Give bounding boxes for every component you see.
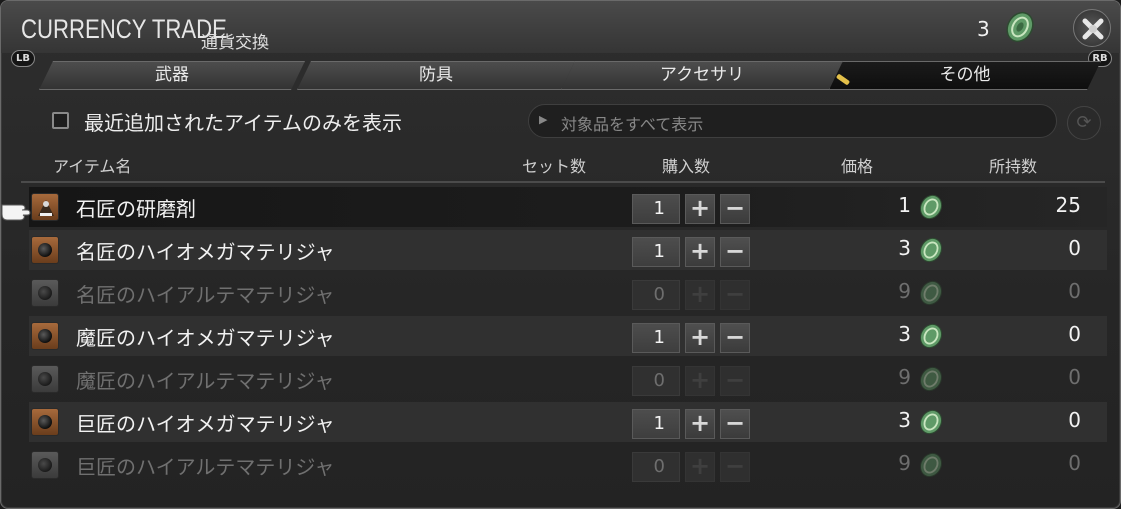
currency-icon — [919, 280, 943, 306]
window-title: CURRENCY TRADE — [21, 14, 227, 44]
column-header-price: 価格 — [841, 157, 874, 176]
column-header-buy: 購入数 — [662, 157, 711, 176]
decrement-button[interactable]: − — [720, 323, 750, 353]
table-row[interactable]: 巨匠のハイオメガマテリジャ 1 + − 3 0 — [29, 402, 1107, 442]
item-owned: 0 — [1068, 236, 1081, 260]
refresh-button[interactable]: ⟳ — [1067, 106, 1101, 140]
item-icon — [31, 451, 59, 479]
item-name: 名匠のハイアルテマテリジャ — [76, 283, 335, 307]
table-row[interactable]: 魔匠のハイオメガマテリジャ 1 + − 3 0 — [29, 316, 1107, 356]
materia-icon — [38, 329, 52, 343]
item-icon — [31, 408, 59, 436]
item-price: 9 — [898, 365, 911, 389]
materia-icon — [38, 243, 52, 257]
currency-icon — [919, 194, 943, 220]
window-subtitle: 通貨交換 — [201, 33, 269, 53]
item-owned: 0 — [1068, 365, 1081, 389]
item-icon — [31, 193, 59, 221]
close-icon — [1082, 18, 1104, 40]
tab-accessories[interactable]: アクセサリ — [561, 61, 843, 90]
item-name: 名匠のハイオメガマテリジャ — [76, 240, 335, 264]
item-owned: 0 — [1068, 451, 1081, 475]
decrement-button[interactable]: − — [720, 237, 750, 267]
title-bar[interactable]: CURRENCY TRADE 通貨交換 3 — [1, 1, 1120, 53]
hand-cursor-icon — [1, 204, 31, 221]
decrement-button[interactable]: − — [720, 452, 750, 482]
currency-trade-window: CURRENCY TRADE 通貨交換 3 LB RB 武器 防具 アクセサリ … — [0, 0, 1121, 509]
item-name: 巨匠のハイアルテマテリジャ — [76, 455, 335, 479]
item-owned: 0 — [1068, 408, 1081, 432]
item-name: 魔匠のハイアルテマテリジャ — [76, 369, 335, 393]
increment-button[interactable]: + — [685, 366, 715, 396]
recent-items-checkbox[interactable] — [52, 112, 69, 129]
table-row[interactable]: 巨匠のハイアルテマテリジャ 0 + − 9 0 — [29, 445, 1107, 485]
tab-other[interactable]: その他 — [829, 61, 1101, 90]
item-icon — [31, 279, 59, 307]
item-owned: 25 — [1055, 193, 1081, 217]
item-icon — [31, 322, 59, 350]
grinding-wheel-icon — [38, 200, 54, 216]
item-owned: 0 — [1068, 279, 1081, 303]
refresh-icon: ⟳ — [1076, 112, 1092, 133]
item-price: 3 — [898, 408, 911, 432]
increment-button[interactable]: + — [685, 323, 715, 353]
item-icon — [31, 236, 59, 264]
currency-icon — [919, 237, 943, 263]
table-row[interactable]: 石匠の研磨剤 1 + − 1 25 — [29, 187, 1107, 227]
item-name: 魔匠のハイオメガマテリジャ — [76, 326, 335, 350]
currency-icon — [919, 452, 943, 478]
item-icon — [31, 365, 59, 393]
table-row[interactable]: 名匠のハイオメガマテリジャ 1 + − 3 0 — [29, 230, 1107, 270]
column-header-set: セット数 — [522, 157, 587, 176]
item-price: 1 — [898, 193, 911, 217]
item-price: 3 — [898, 236, 911, 260]
increment-button[interactable]: + — [685, 452, 715, 482]
item-price: 9 — [898, 451, 911, 475]
item-name: 石匠の研磨剤 — [76, 197, 196, 221]
table-row[interactable]: 魔匠のハイアルテマテリジャ 0 + − 9 0 — [29, 359, 1107, 399]
currency-count: 3 — [977, 17, 990, 41]
materia-icon — [38, 286, 52, 300]
materia-icon — [38, 458, 52, 472]
currency-icon — [919, 323, 943, 349]
quantity-input[interactable]: 1 — [632, 237, 680, 267]
quantity-input[interactable]: 1 — [632, 323, 680, 353]
recent-items-label[interactable]: 最近追加されたアイテムのみを表示 — [84, 107, 402, 136]
filter-dropdown-value: 対象品をすべて表示 — [561, 115, 704, 134]
quantity-input[interactable]: 0 — [632, 366, 680, 396]
tab-armor[interactable]: 防具 — [297, 61, 575, 90]
currency-icon — [1006, 11, 1034, 43]
item-name: 巨匠のハイオメガマテリジャ — [76, 412, 335, 436]
quantity-input[interactable]: 0 — [632, 452, 680, 482]
materia-icon — [38, 372, 52, 386]
header-divider — [21, 181, 1105, 183]
dropdown-arrow-icon: ▶ — [539, 113, 548, 126]
materia-icon — [38, 415, 52, 429]
quantity-input[interactable]: 0 — [632, 280, 680, 310]
decrement-button[interactable]: − — [720, 280, 750, 310]
increment-button[interactable]: + — [685, 409, 715, 439]
currency-icon — [919, 366, 943, 392]
increment-button[interactable]: + — [685, 280, 715, 310]
item-owned: 0 — [1068, 322, 1081, 346]
increment-button[interactable]: + — [685, 194, 715, 224]
table-row[interactable]: 名匠のハイアルテマテリジャ 0 + − 9 0 — [29, 273, 1107, 313]
quantity-input[interactable]: 1 — [632, 409, 680, 439]
column-header-owned: 所持数 — [989, 157, 1038, 176]
tab-weapons[interactable]: 武器 — [39, 61, 305, 90]
decrement-button[interactable]: − — [720, 194, 750, 224]
lb-button-hint[interactable]: LB — [11, 50, 35, 67]
column-header-item: アイテム名 — [53, 157, 132, 176]
item-price: 3 — [898, 322, 911, 346]
filter-dropdown[interactable]: ▶ 対象品をすべて表示 — [528, 104, 1057, 138]
decrement-button[interactable]: − — [720, 366, 750, 396]
close-button[interactable] — [1073, 9, 1111, 47]
increment-button[interactable]: + — [685, 237, 715, 267]
item-price: 9 — [898, 279, 911, 303]
currency-icon — [919, 409, 943, 435]
quantity-input[interactable]: 1 — [632, 194, 680, 224]
decrement-button[interactable]: − — [720, 409, 750, 439]
